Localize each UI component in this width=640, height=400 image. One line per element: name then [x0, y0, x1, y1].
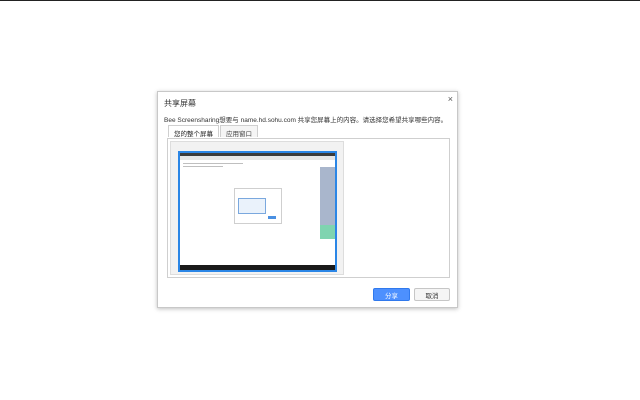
top-border-line: [0, 0, 640, 1]
screen-thumbnail[interactable]: [178, 151, 337, 272]
thumbnail-taskbar: [180, 265, 335, 270]
dialog-description: Bee Screensharing想要与 name.hd.sohu.com 共享…: [164, 117, 448, 124]
cancel-button[interactable]: 取消: [414, 288, 450, 301]
tab-entire-screen[interactable]: 您的整个屏幕: [168, 125, 219, 138]
share-screen-dialog: 共享屏幕 × Bee Screensharing想要与 name.hd.sohu…: [157, 91, 458, 308]
thumbnail-text-line: [183, 166, 223, 167]
thumbnail-dialog: [234, 188, 282, 224]
thumbnail-dialog-button: [268, 216, 276, 219]
share-button[interactable]: 分享: [373, 288, 410, 301]
close-icon[interactable]: ×: [448, 94, 453, 104]
dialog-title: 共享屏幕: [164, 99, 196, 108]
source-panel: [167, 138, 450, 278]
screen-thumbnail-frame: [170, 141, 344, 275]
thumbnail-text-line: [183, 163, 243, 164]
thumbnail-dialog-preview: [238, 198, 266, 214]
source-tabs: 您的整个屏幕 应用窗口: [168, 125, 259, 138]
tab-application-window[interactable]: 应用窗口: [220, 125, 258, 138]
thumbnail-toolbar: [180, 156, 335, 160]
thumbnail-sidebar-accent: [320, 225, 335, 239]
